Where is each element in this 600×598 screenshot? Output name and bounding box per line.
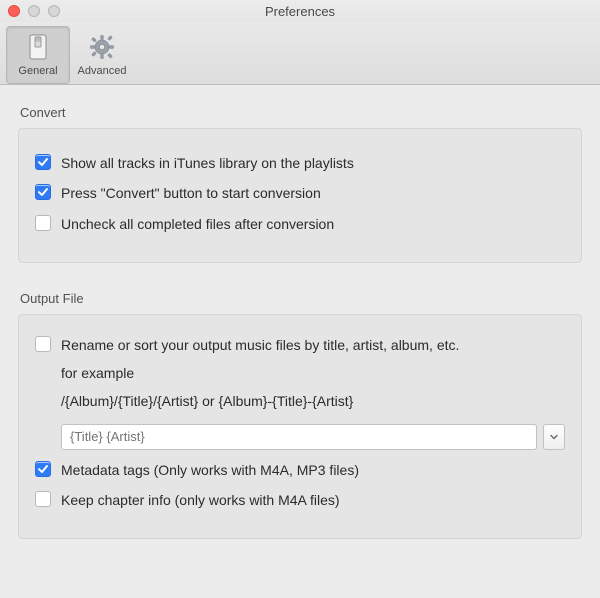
- window-close-button[interactable]: [8, 5, 20, 17]
- checkbox-rename-output[interactable]: Rename or sort your output music files b…: [35, 335, 565, 412]
- checkmark-icon: [35, 154, 51, 170]
- tab-general[interactable]: General: [6, 26, 70, 84]
- group-output-title: Output File: [20, 291, 582, 306]
- rename-pattern-row: [61, 424, 565, 450]
- checkbox-label: Show all tracks in iTunes library on the…: [61, 153, 354, 173]
- rename-label-text: Rename or sort your output music files b…: [61, 337, 459, 353]
- gear-icon: [71, 31, 133, 63]
- titlebar: Preferences: [0, 0, 600, 22]
- rename-example-pattern: /{Album}/{Title}/{Artist} or {Album}-{Ti…: [61, 391, 459, 411]
- rename-example-intro: for example: [61, 363, 459, 383]
- group-output-body: Rename or sort your output music files b…: [18, 314, 582, 539]
- switch-icon: [7, 31, 69, 63]
- checkbox-label: Keep chapter info (only works with M4A f…: [61, 490, 340, 510]
- group-convert: Convert Show all tracks in iTunes librar…: [18, 105, 582, 263]
- tab-advanced[interactable]: Advanced: [70, 26, 134, 84]
- checkbox-show-all-tracks[interactable]: Show all tracks in iTunes library on the…: [35, 153, 565, 173]
- tab-advanced-label: Advanced: [71, 65, 133, 77]
- checkbox-uncheck-completed[interactable]: Uncheck all completed files after conver…: [35, 214, 565, 234]
- checkbox-keep-chapter[interactable]: Keep chapter info (only works with M4A f…: [35, 490, 565, 510]
- checkbox-label: Metadata tags (Only works with M4A, MP3 …: [61, 460, 359, 480]
- window-zoom-button[interactable]: [48, 5, 60, 17]
- checkbox-empty-icon: [35, 491, 51, 507]
- checkbox-metadata-tags[interactable]: Metadata tags (Only works with M4A, MP3 …: [35, 460, 565, 480]
- checkmark-icon: [35, 461, 51, 477]
- checkmark-icon: [35, 184, 51, 200]
- group-output: Output File Rename or sort your output m…: [18, 291, 582, 539]
- traffic-lights: [8, 5, 60, 17]
- checkbox-label: Uncheck all completed files after conver…: [61, 214, 334, 234]
- checkbox-empty-icon: [35, 336, 51, 352]
- preferences-content: Convert Show all tracks in iTunes librar…: [0, 85, 600, 585]
- window-minimize-button[interactable]: [28, 5, 40, 17]
- rename-pattern-input[interactable]: [61, 424, 537, 450]
- preferences-toolbar: General: [0, 22, 600, 85]
- checkbox-label: Rename or sort your output music files b…: [61, 335, 459, 412]
- tab-general-label: General: [7, 65, 69, 77]
- chevron-down-icon: [549, 432, 559, 442]
- checkbox-label: Press "Convert" button to start conversi…: [61, 183, 321, 203]
- checkbox-press-convert[interactable]: Press "Convert" button to start conversi…: [35, 183, 565, 203]
- window-title: Preferences: [0, 4, 600, 19]
- group-convert-body: Show all tracks in iTunes library on the…: [18, 128, 582, 263]
- checkbox-empty-icon: [35, 215, 51, 231]
- rename-pattern-dropdown-button[interactable]: [543, 424, 565, 450]
- group-convert-title: Convert: [20, 105, 582, 120]
